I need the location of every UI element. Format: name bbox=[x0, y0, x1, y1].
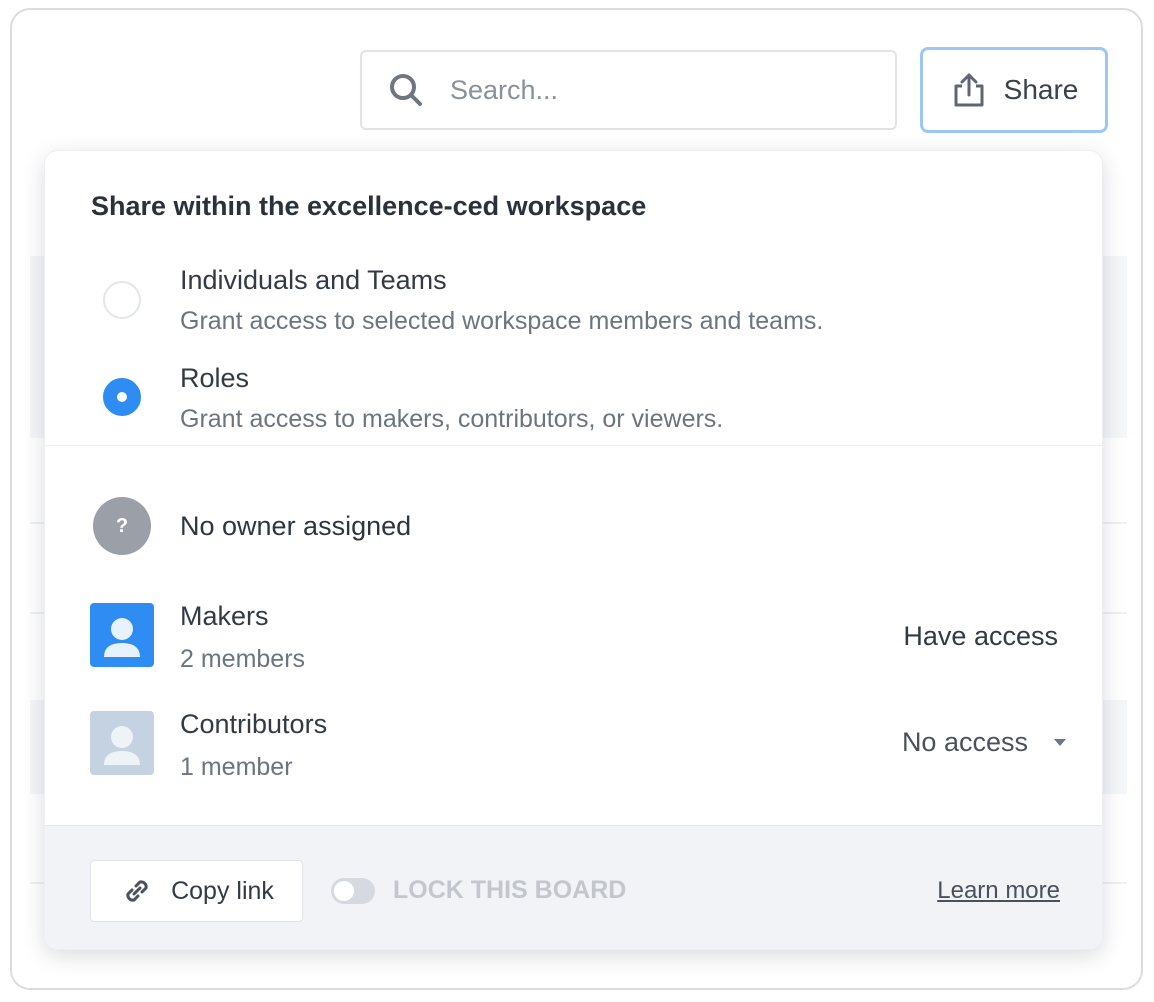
role-member-count: 1 member bbox=[180, 753, 293, 781]
search-input[interactable] bbox=[450, 74, 895, 106]
access-status-makers: Have access bbox=[903, 621, 1058, 651]
option-description: Grant access to selected workspace membe… bbox=[180, 307, 824, 335]
share-button-label: Share bbox=[1003, 74, 1079, 105]
search-box[interactable] bbox=[360, 50, 897, 130]
user-avatar-icon bbox=[90, 603, 154, 667]
copy-link-button[interactable]: Copy link bbox=[90, 860, 303, 922]
option-label: Individuals and Teams bbox=[180, 265, 447, 295]
link-icon bbox=[126, 880, 148, 902]
share-button[interactable]: Share bbox=[920, 47, 1108, 133]
share-popover: Share within the excellence-ced workspac… bbox=[44, 150, 1103, 950]
unknown-owner-icon: ? bbox=[93, 497, 151, 555]
role-name-makers: Makers bbox=[180, 601, 269, 631]
access-dropdown-contributors[interactable]: No access bbox=[902, 727, 1066, 758]
caret-down-icon bbox=[1054, 739, 1066, 746]
access-dropdown-value: No access bbox=[901, 727, 1028, 757]
search-icon bbox=[390, 74, 422, 106]
owner-status: No owner assigned bbox=[180, 511, 412, 541]
role-name-contributors: Contributors bbox=[180, 709, 328, 739]
radio-individuals-and-teams[interactable] bbox=[103, 281, 141, 319]
popover-footer: Copy link LOCK THIS BOARD Learn more bbox=[45, 825, 1102, 949]
popover-title: Share within the excellence-ced workspac… bbox=[91, 191, 647, 221]
radio-roles[interactable] bbox=[103, 378, 141, 416]
option-individuals-and-teams[interactable]: Individuals and Teams Grant access to se… bbox=[45, 251, 1102, 341]
lock-board-toggle[interactable] bbox=[331, 878, 375, 904]
learn-more-link[interactable]: Learn more bbox=[937, 877, 1060, 905]
share-icon bbox=[954, 73, 984, 107]
copy-link-label: Copy link bbox=[171, 876, 274, 905]
role-member-count: 2 members bbox=[180, 645, 306, 673]
option-roles[interactable]: Roles Grant access to makers, contributo… bbox=[45, 351, 1102, 443]
lock-board-label: LOCK THIS BOARD bbox=[393, 876, 627, 904]
option-label: Roles bbox=[180, 363, 250, 393]
option-description: Grant access to makers, contributors, or… bbox=[180, 405, 724, 433]
user-avatar-icon bbox=[90, 711, 154, 775]
section-divider bbox=[45, 445, 1102, 446]
app-window: Share Share within the excellence-ced wo… bbox=[10, 8, 1143, 990]
